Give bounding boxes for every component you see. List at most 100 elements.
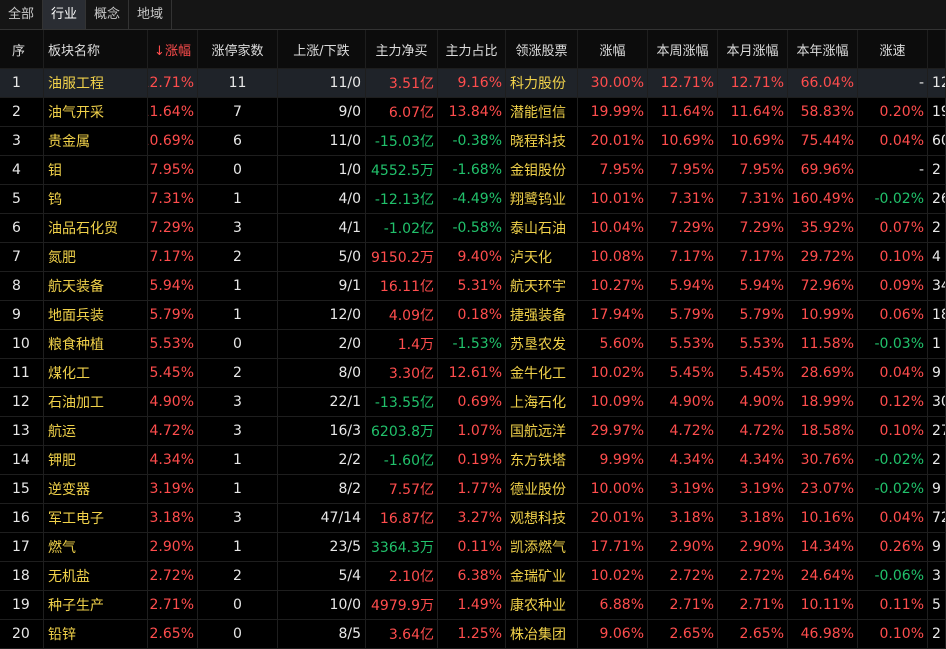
col-leading-stock-cell[interactable]: 晓程科技 xyxy=(506,127,578,155)
col-main-net-buy-cell: 3.51亿 xyxy=(366,69,438,97)
col-sector-name-cell[interactable]: 钼 xyxy=(44,156,148,184)
header-col-leader-change[interactable]: 涨幅 xyxy=(578,30,648,68)
col-sector-name-cell[interactable]: 钨 xyxy=(44,185,148,213)
table-row[interactable]: 3贵金属10.69%611/0-15.03亿-0.38%晓程科技20.01%10… xyxy=(0,127,946,156)
table-row[interactable]: 9 地面兵装 5.79% 1 12/0 4.09亿 0.18% 捷强装备 17.94% 5.79%… xyxy=(0,301,946,330)
col-leading-stock-cell[interactable]: 金瑞矿业 xyxy=(506,562,578,590)
col-seq-cell: 19 xyxy=(0,591,44,619)
header-col-main-ratio[interactable]: 主力占比 xyxy=(438,30,506,68)
header-col-main-net-buy[interactable]: 主力净买 xyxy=(366,30,438,68)
col-week-change-cell: 7.29% xyxy=(648,214,718,242)
col-sector-name-cell[interactable]: 氮肥 xyxy=(44,243,148,271)
table-row[interactable]: 10 粮食种植 5.53% 0 2/0 1.4万 -1.53% 苏垦农发 5.60% 5.53% 5… xyxy=(0,330,946,359)
col-truncated-cell: 2 xyxy=(928,156,946,184)
col-sector-name-cell[interactable]: 油气开采 xyxy=(44,98,148,126)
header-col-sector-name[interactable]: 板块名称 xyxy=(44,30,148,68)
col-leading-stock-cell[interactable]: 株冶集团 xyxy=(506,620,578,648)
col-change-cell: 4.34% xyxy=(148,446,198,474)
table-row[interactable]: 12 石油加工 4.90% 3 22/1 -13.55亿 0.69% 上海石化 10.09% 4.… xyxy=(0,388,946,417)
table-row[interactable]: 5 钨 7.31% 1 4/0 -12.13亿 -4.49% 翔鹭钨业 10.01% 7.31% 7… xyxy=(0,185,946,214)
col-up-down-cell: 2/0 xyxy=(278,330,366,358)
header-col-change[interactable]: ↓涨幅 xyxy=(148,30,198,68)
table-row[interactable]: 20 铅锌 2.65% 0 8/5 3.64亿 1.25% 株冶集团 9.06% 2.65% 2.6… xyxy=(0,620,946,649)
col-leading-stock-cell[interactable]: 金牛化工 xyxy=(506,359,578,387)
col-year-change-cell: 10.11% xyxy=(788,591,858,619)
col-leading-stock-cell[interactable]: 苏垦农发 xyxy=(506,330,578,358)
table-row[interactable]: 4 钼 7.95% 0 1/0 4552.5万 -1.68% 金钼股份 7.95% 7.95% 7.… xyxy=(0,156,946,185)
col-sector-name-cell[interactable]: 粮食种植 xyxy=(44,330,148,358)
col-sector-name-cell[interactable]: 贵金属 xyxy=(44,127,148,155)
col-up-down-cell: 16/3 xyxy=(278,417,366,445)
header-col-year-change[interactable]: 本年涨幅 xyxy=(788,30,858,68)
col-leading-stock-cell[interactable]: 科力股份 xyxy=(506,69,578,97)
col-month-change-cell: 7.17% xyxy=(718,243,788,271)
table-row[interactable]: 15 逆变器 3.19% 1 8/2 7.57亿 1.77% 德业股份 10.00% 3.19% 3… xyxy=(0,475,946,504)
col-leading-stock-cell[interactable]: 观想科技 xyxy=(506,504,578,532)
header-col-truncated[interactable] xyxy=(928,30,946,68)
table-row[interactable]: 19 种子生产 2.71% 0 10/0 4979.9万 1.49% 康农种业 6.88% 2.7… xyxy=(0,591,946,620)
col-sector-name-cell[interactable]: 无机盐 xyxy=(44,562,148,590)
tab-region[interactable]: 地域 xyxy=(129,0,173,29)
table-row[interactable]: 2油气开采11.64%79/06.07亿13.84%潜能恒信19.99%11.6… xyxy=(0,98,946,127)
header-col-speed[interactable]: 涨速 xyxy=(858,30,928,68)
col-up-down-cell: 8/2 xyxy=(278,475,366,503)
col-up-down-cell: 10/0 xyxy=(278,591,366,619)
header-col-week-change[interactable]: 本周涨幅 xyxy=(648,30,718,68)
col-sector-name-cell[interactable]: 钾肥 xyxy=(44,446,148,474)
table-row[interactable]: 1油服工程12.71%1111/03.51亿9.16%科力股份30.00%12.… xyxy=(0,69,946,98)
table-row[interactable]: 13 航运 4.72% 3 16/3 6203.8万 1.07% 国航远洋 29.97% 4.72… xyxy=(0,417,946,446)
header-col-limit-up-count[interactable]: 涨停家数 xyxy=(198,30,278,68)
col-leading-stock-cell[interactable]: 泸天化 xyxy=(506,243,578,271)
header-col-month-change[interactable]: 本月涨幅 xyxy=(718,30,788,68)
table-row[interactable]: 6 油品石化贸 7.29% 3 4/1 -1.02亿 -0.58% 泰山石油 10.04% 7.2… xyxy=(0,214,946,243)
col-seq-cell: 15 xyxy=(0,475,44,503)
table-row[interactable]: 18 无机盐 2.72% 2 5/4 2.10亿 6.38% 金瑞矿业 10.02% 2.72% 2… xyxy=(0,562,946,591)
col-leading-stock-cell[interactable]: 康农种业 xyxy=(506,591,578,619)
col-sector-name-cell[interactable]: 军工电子 xyxy=(44,504,148,532)
col-leader-change-cell: 10.08% xyxy=(578,243,648,271)
col-leading-stock-cell[interactable]: 潜能恒信 xyxy=(506,98,578,126)
col-sector-name-cell[interactable]: 航天装备 xyxy=(44,272,148,300)
col-leading-stock-cell[interactable]: 东方铁塔 xyxy=(506,446,578,474)
col-leading-stock-cell[interactable]: 航天环宇 xyxy=(506,272,578,300)
tab-concept[interactable]: 概念 xyxy=(86,0,130,29)
col-leading-stock-cell[interactable]: 捷强装备 xyxy=(506,301,578,329)
col-sector-name-cell[interactable]: 油服工程 xyxy=(44,69,148,97)
col-main-ratio-cell: -1.68% xyxy=(438,156,506,184)
table-row[interactable]: 7 氮肥 7.17% 2 5/0 9150.2万 9.40% 泸天化 10.08% 7.17% 7.… xyxy=(0,243,946,272)
col-leader-change-cell: 20.01% xyxy=(578,127,648,155)
table-row[interactable]: 11 煤化工 5.45% 2 8/0 3.30亿 12.61% 金牛化工 10.02% 5.45%… xyxy=(0,359,946,388)
col-sector-name-cell[interactable]: 铅锌 xyxy=(44,620,148,648)
col-main-net-buy-cell: -15.03亿 xyxy=(366,127,438,155)
col-leading-stock-cell[interactable]: 德业股份 xyxy=(506,475,578,503)
table-row[interactable]: 17 燃气 2.90% 1 23/5 3364.3万 0.11% 凯添燃气 17.71% 2.90… xyxy=(0,533,946,562)
header-col-leading-stock[interactable]: 领涨股票 xyxy=(506,30,578,68)
table-row[interactable]: 14 钾肥 4.34% 1 2/2 -1.60亿 0.19% 东方铁塔 9.99% 4.34% 4.… xyxy=(0,446,946,475)
col-sector-name-cell[interactable]: 航运 xyxy=(44,417,148,445)
header-col-up-down[interactable]: 上涨/下跌 xyxy=(278,30,366,68)
col-month-change-cell: 4.90% xyxy=(718,388,788,416)
table-row[interactable]: 8 航天装备 5.94% 1 9/1 16.11亿 5.31% 航天环宇 10.27% 5.94%… xyxy=(0,272,946,301)
col-change-cell: 7.29% xyxy=(148,214,198,242)
col-sector-name-cell[interactable]: 地面兵装 xyxy=(44,301,148,329)
col-leading-stock-cell[interactable]: 泰山石油 xyxy=(506,214,578,242)
col-sector-name-cell[interactable]: 逆变器 xyxy=(44,475,148,503)
col-month-change-cell: 12.71% xyxy=(718,69,788,97)
tab-industry[interactable]: 行业 xyxy=(43,0,87,29)
col-leading-stock-cell[interactable]: 翔鹭钨业 xyxy=(506,185,578,213)
tab-all[interactable]: 全部 xyxy=(0,0,44,29)
col-sector-name-cell[interactable]: 种子生产 xyxy=(44,591,148,619)
col-leading-stock-cell[interactable]: 凯添燃气 xyxy=(506,533,578,561)
col-sector-name-cell[interactable]: 石油加工 xyxy=(44,388,148,416)
col-leader-change-cell: 10.01% xyxy=(578,185,648,213)
header-col-seq[interactable]: 序 xyxy=(0,30,44,68)
col-leading-stock-cell[interactable]: 国航远洋 xyxy=(506,417,578,445)
col-leading-stock-cell[interactable]: 上海石化 xyxy=(506,388,578,416)
col-sector-name-cell[interactable]: 油品石化贸 xyxy=(44,214,148,242)
col-sector-name-cell[interactable]: 燃气 xyxy=(44,533,148,561)
col-month-change-cell: 7.95% xyxy=(718,156,788,184)
table-row[interactable]: 16 军工电子 3.18% 3 47/14 16.87亿 3.27% 观想科技 20.01% 3.… xyxy=(0,504,946,533)
col-leading-stock-cell[interactable]: 金钼股份 xyxy=(506,156,578,184)
col-month-change-cell: 2.72% xyxy=(718,562,788,590)
col-sector-name-cell[interactable]: 煤化工 xyxy=(44,359,148,387)
